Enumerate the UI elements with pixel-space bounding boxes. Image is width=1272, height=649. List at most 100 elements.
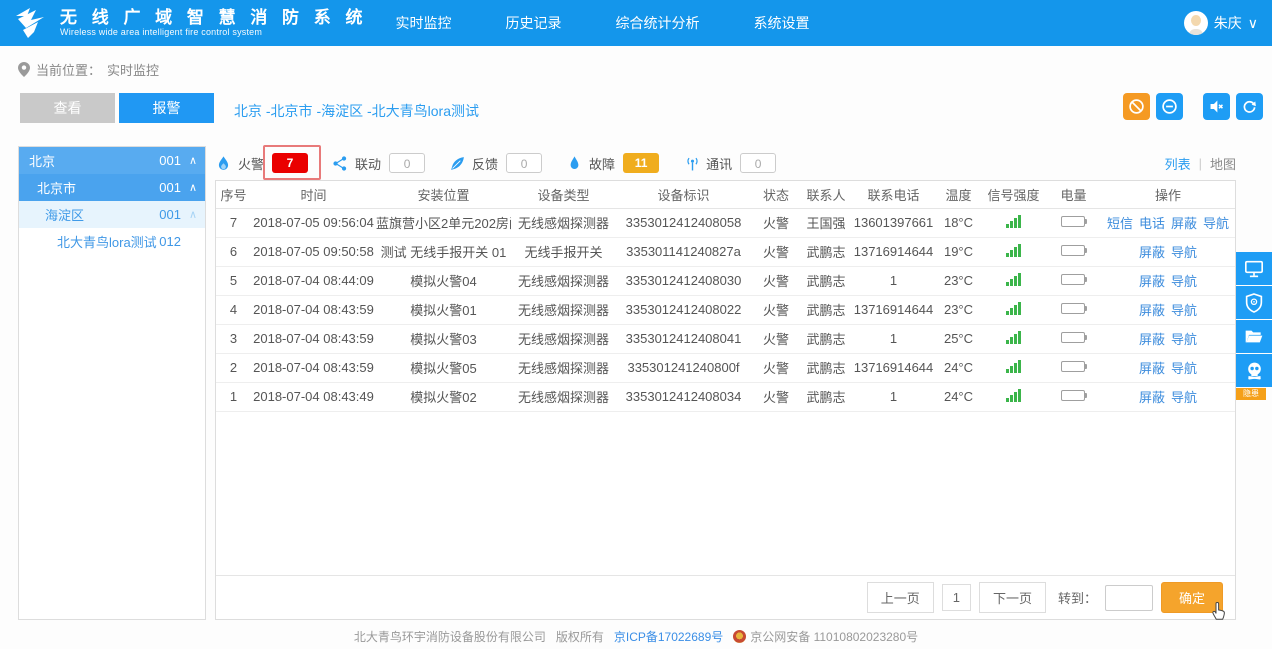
cell-device-id: 335301141240827a xyxy=(616,237,751,266)
goto-page-input[interactable] xyxy=(1105,585,1153,611)
cell-contact: 武鹏志 xyxy=(801,353,851,382)
user-menu[interactable]: 朱庆 ∨ xyxy=(1184,11,1258,35)
cell-time: 2018-07-05 09:56:04 xyxy=(251,208,376,237)
cell-actions: 屏蔽导航 xyxy=(1101,295,1235,324)
antenna-icon xyxy=(683,155,700,172)
action-屏蔽-link[interactable]: 屏蔽 xyxy=(1139,303,1165,318)
ban-icon[interactable] xyxy=(1123,93,1150,120)
skull-icon[interactable] xyxy=(1236,354,1272,387)
cell-no: 2 xyxy=(216,353,251,382)
filter-反馈[interactable]: 反馈0 xyxy=(449,153,542,173)
cell-type: 无线感烟探测器 xyxy=(511,324,616,353)
chevron-down-icon: ∨ xyxy=(1248,15,1258,32)
confirm-button[interactable]: 确定 xyxy=(1161,582,1223,613)
icp-link[interactable]: 京ICP备17022689号 xyxy=(614,628,723,645)
nav-item[interactable]: 综合统计分析 xyxy=(616,13,700,33)
nav-item[interactable]: 实时监控 xyxy=(396,13,452,33)
tab-view[interactable]: 查看 xyxy=(20,93,115,123)
cell-time: 2018-07-04 08:43:59 xyxy=(251,353,376,382)
page-number[interactable]: 1 xyxy=(942,584,971,611)
signal-strength-icon xyxy=(1006,360,1021,373)
filter-label: 通讯 xyxy=(706,154,732,173)
app-header: 无 线 广 域 智 慧 消 防 系 统 Wireless wide area i… xyxy=(0,0,1272,46)
tree-item-label: 北京 xyxy=(29,151,55,170)
mute-speaker-icon[interactable] xyxy=(1203,93,1230,120)
view-toggle-divider: | xyxy=(1199,156,1202,171)
tree-item-count: 001 xyxy=(159,180,181,195)
column-header: 设备类型 xyxy=(511,181,616,208)
cell-location: 模拟火警04 xyxy=(376,266,511,295)
action-导航-link[interactable]: 导航 xyxy=(1171,303,1197,318)
filter-火警[interactable]: 火警7 xyxy=(215,153,308,173)
cell-time: 2018-07-05 09:50:58 xyxy=(251,237,376,266)
refresh-icon[interactable] xyxy=(1236,93,1263,120)
action-屏蔽-link[interactable]: 屏蔽 xyxy=(1139,390,1165,405)
cell-contact: 武鹏志 xyxy=(801,237,851,266)
cell-device-id: 3353012412408041 xyxy=(616,324,751,353)
chevron-up-icon[interactable]: ∧ xyxy=(181,208,205,221)
cell-phone: 13716914644 xyxy=(851,237,936,266)
tree-item[interactable]: 北京市001∧ xyxy=(19,174,205,201)
folder-icon[interactable] xyxy=(1236,320,1272,353)
filter-通讯[interactable]: 通讯0 xyxy=(683,153,776,173)
side-dock: 隐患 xyxy=(1236,252,1272,400)
feather-icon xyxy=(449,155,466,172)
cell-time: 2018-07-04 08:43:59 xyxy=(251,295,376,324)
action-屏蔽-link[interactable]: 屏蔽 xyxy=(1139,245,1165,260)
view-list-link[interactable]: 列表 xyxy=(1165,154,1191,173)
cell-actions: 短信电话屏蔽导航 xyxy=(1101,208,1235,237)
table-row: 12018-07-04 08:43:49模拟火警02无线感烟探测器3353012… xyxy=(216,382,1235,411)
column-header: 电量 xyxy=(1046,181,1101,208)
chevron-up-icon[interactable]: ∧ xyxy=(181,154,205,167)
action-导航-link[interactable]: 导航 xyxy=(1203,216,1229,231)
signal-strength-icon xyxy=(1006,244,1021,257)
filter-联动[interactable]: 联动0 xyxy=(332,153,425,173)
tab-alarm[interactable]: 报警 xyxy=(119,93,214,123)
action-屏蔽-link[interactable]: 屏蔽 xyxy=(1139,274,1165,289)
action-导航-link[interactable]: 导航 xyxy=(1171,390,1197,405)
tree-item[interactable]: 北大青鸟lora测试012 xyxy=(19,228,205,255)
tree-item[interactable]: 海淀区001∧ xyxy=(19,201,205,228)
next-page-button[interactable]: 下一页 xyxy=(979,582,1046,613)
action-导航-link[interactable]: 导航 xyxy=(1171,361,1197,376)
action-屏蔽-link[interactable]: 屏蔽 xyxy=(1171,216,1197,231)
action-导航-link[interactable]: 导航 xyxy=(1171,274,1197,289)
cursor-hand-icon xyxy=(1211,602,1226,624)
action-导航-link[interactable]: 导航 xyxy=(1171,332,1197,347)
view-map-link[interactable]: 地图 xyxy=(1210,154,1236,173)
cell-actions: 屏蔽导航 xyxy=(1101,324,1235,353)
action-短信-link[interactable]: 短信 xyxy=(1107,216,1133,231)
nav-item[interactable]: 历史记录 xyxy=(506,13,562,33)
filter-count-badge: 7 xyxy=(272,153,308,173)
avatar[interactable] xyxy=(1184,11,1208,35)
table-row: 62018-07-05 09:50:58测试 无线手报开关 01无线手报开关33… xyxy=(216,237,1235,266)
shield-gear-icon[interactable] xyxy=(1236,286,1272,319)
action-屏蔽-link[interactable]: 屏蔽 xyxy=(1139,332,1165,347)
column-header: 状态 xyxy=(751,181,801,208)
nav-item[interactable]: 系统设置 xyxy=(754,13,810,33)
main-nav: 实时监控 历史记录 综合统计分析 系统设置 xyxy=(396,13,810,33)
cell-location: 模拟火警01 xyxy=(376,295,511,324)
cell-status: 火警 xyxy=(751,266,801,295)
monitor-icon[interactable] xyxy=(1236,252,1272,285)
column-header: 设备标识 xyxy=(616,181,751,208)
tree-item[interactable]: 北京001∧ xyxy=(19,147,205,174)
user-name: 朱庆 xyxy=(1214,13,1242,33)
cell-status: 火警 xyxy=(751,295,801,324)
action-电话-link[interactable]: 电话 xyxy=(1139,216,1165,231)
cell-actions: 屏蔽导航 xyxy=(1101,237,1235,266)
prev-page-button[interactable]: 上一页 xyxy=(867,582,934,613)
filter-label: 联动 xyxy=(355,154,381,173)
cell-device-id: 335301241240800f xyxy=(616,353,751,382)
cell-contact: 武鹏志 xyxy=(801,382,851,411)
action-屏蔽-link[interactable]: 屏蔽 xyxy=(1139,361,1165,376)
chevron-up-icon[interactable]: ∧ xyxy=(181,181,205,194)
dock-tag[interactable]: 隐患 xyxy=(1236,388,1266,400)
cell-location: 模拟火警03 xyxy=(376,324,511,353)
tabs-row: 查看 报警 北京 -北京市 -海淀区 -北大青鸟lora测试 xyxy=(20,93,1272,123)
action-导航-link[interactable]: 导航 xyxy=(1171,245,1197,260)
breadcrumb: 当前位置： 实时监控 xyxy=(18,60,159,79)
filter-故障[interactable]: 故障11 xyxy=(566,153,659,173)
circle-minus-icon[interactable] xyxy=(1156,93,1183,120)
column-header: 序号 xyxy=(216,181,251,208)
